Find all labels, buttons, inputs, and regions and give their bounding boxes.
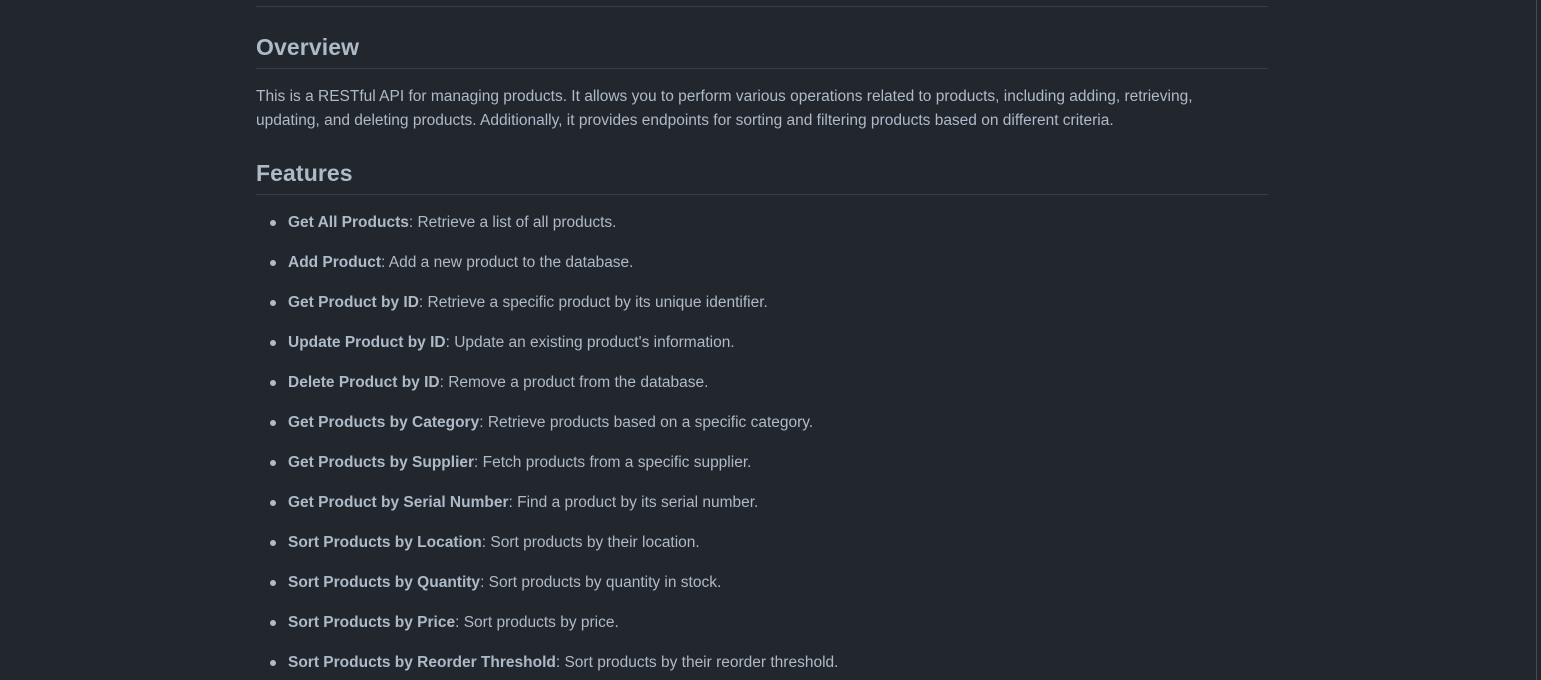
- bullet-icon: [270, 460, 276, 466]
- feature-item-sort-products-by-price: Sort Products by Price: Sort products by…: [256, 611, 838, 635]
- feature-item-sort-products-by-reorder-threshold: Sort Products by Reorder Threshold: Sort…: [256, 651, 838, 675]
- bullet-icon: [270, 580, 276, 586]
- feature-description: : Retrieve a specific product by its uni…: [418, 294, 768, 311]
- bullet-icon: [270, 420, 276, 426]
- feature-description: : Retrieve products based on a specific …: [479, 414, 814, 431]
- feature-item-sort-products-by-location: Sort Products by Location: Sort products…: [256, 531, 838, 555]
- feature-name: Get All Products: [288, 214, 409, 231]
- feature-item-get-product-by-id: Get Product by ID: Retrieve a specific p…: [256, 291, 838, 315]
- feature-item-get-products-by-supplier: Get Products by Supplier: Fetch products…: [256, 451, 838, 475]
- feature-item-get-products-by-category: Get Products by Category: Retrieve produ…: [256, 411, 838, 435]
- feature-description: : Update an existing product's informati…: [445, 334, 735, 351]
- feature-name: Sort Products by Reorder Threshold: [288, 654, 556, 671]
- feature-description: : Retrieve a list of all products.: [408, 214, 617, 231]
- feature-name: Sort Products by Price: [288, 614, 456, 631]
- bullet-icon: [270, 660, 276, 666]
- feature-item-delete-product-by-id: Delete Product by ID: Remove a product f…: [256, 371, 838, 395]
- feature-description: : Sort products by quantity in stock.: [480, 574, 722, 591]
- feature-item-get-all-products: Get All Products: Retrieve a list of all…: [256, 211, 838, 235]
- feature-item-add-product: Add Product: Add a new product to the da…: [256, 251, 838, 275]
- features-heading: Features: [256, 160, 353, 186]
- feature-name: Add Product: [288, 254, 381, 271]
- feature-name: Sort Products by Quantity: [288, 574, 481, 591]
- bullet-icon: [270, 260, 276, 266]
- features-list: Get All Products: Retrieve a list of all…: [256, 211, 838, 680]
- overview-heading-divider: [256, 68, 1268, 69]
- overview-paragraph: This is a RESTful API for managing produ…: [256, 88, 1193, 129]
- feature-item-update-product-by-id: Update Product by ID: Update an existing…: [256, 331, 838, 355]
- feature-name: Get Product by Serial Number: [288, 494, 509, 511]
- feature-name: Update Product by ID: [288, 334, 446, 351]
- feature-description: : Fetch products from a specific supplie…: [474, 454, 752, 471]
- bullet-icon: [270, 340, 276, 346]
- feature-description: : Find a product by its serial number.: [508, 494, 759, 511]
- features-heading-divider: [256, 194, 1268, 195]
- bullet-icon: [270, 500, 276, 506]
- feature-name: Delete Product by ID: [288, 374, 440, 391]
- feature-description: : Sort products by their reorder thresho…: [555, 654, 839, 671]
- feature-description: : Remove a product from the database.: [439, 374, 709, 391]
- feature-description: : Sort products by their location.: [481, 534, 700, 551]
- top-divider: [256, 6, 1268, 7]
- bullet-icon: [270, 620, 276, 626]
- bullet-icon: [270, 380, 276, 386]
- overview-heading: Overview: [256, 34, 360, 60]
- feature-name: Get Product by ID: [288, 294, 419, 311]
- feature-description: : Sort products by price.: [455, 614, 619, 631]
- feature-item-get-product-by-serial-number: Get Product by Serial Number: Find a pro…: [256, 491, 838, 515]
- feature-name: Sort Products by Location: [288, 534, 482, 551]
- bullet-icon: [270, 540, 276, 546]
- feature-description: : Add a new product to the database.: [381, 254, 634, 271]
- bullet-icon: [270, 300, 276, 306]
- bullet-icon: [270, 220, 276, 226]
- feature-name: Get Products by Category: [288, 414, 480, 431]
- feature-name: Get Products by Supplier: [288, 454, 475, 471]
- feature-item-sort-products-by-quantity: Sort Products by Quantity: Sort products…: [256, 571, 838, 595]
- scrollbar-track-edge: [1536, 0, 1537, 680]
